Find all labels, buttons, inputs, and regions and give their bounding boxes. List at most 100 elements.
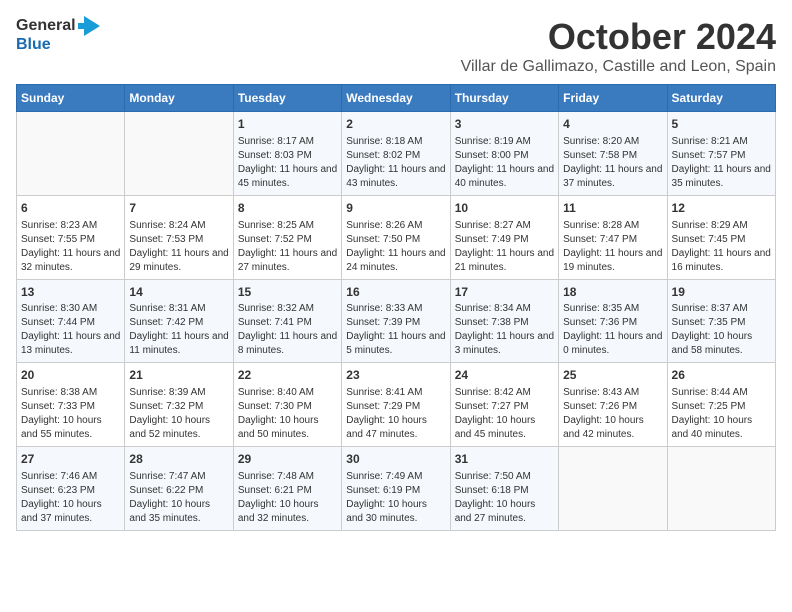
calendar-cell: 22 Sunrise: 8:40 AM Sunset: 7:30 PM Dayli… (233, 363, 341, 447)
logo: General Blue (16, 16, 100, 54)
day-info: Sunrise: 7:50 AM Sunset: 6:18 PM Dayligh… (455, 470, 554, 526)
calendar-cell: 12 Sunrise: 8:29 AM Sunset: 7:45 PM Dayli… (667, 195, 775, 279)
day-number: 27 (21, 451, 120, 468)
logo-general: General (16, 17, 76, 35)
day-info: Sunrise: 8:41 AM Sunset: 7:29 PM Dayligh… (346, 386, 445, 442)
logo-arrow-icon (78, 16, 100, 36)
day-number: 7 (129, 200, 228, 217)
day-info: Sunrise: 8:19 AM Sunset: 8:00 PM Dayligh… (455, 135, 554, 191)
calendar-cell: 18Sunrise: 8:35 AM Sunset: 7:36 PM Dayli… (559, 279, 667, 363)
calendar-cell (17, 112, 125, 196)
calendar-cell: 24 Sunrise: 8:42 AM Sunset: 7:27 PM Dayli… (450, 363, 558, 447)
calendar-cell: 25 Sunrise: 8:43 AM Sunset: 7:26 PM Dayli… (559, 363, 667, 447)
calendar-cell: 20 Sunrise: 8:38 AM Sunset: 7:33 PM Dayli… (17, 363, 125, 447)
calendar-cell (125, 112, 233, 196)
calendar-cell: 17Sunrise: 8:34 AM Sunset: 7:38 PM Dayli… (450, 279, 558, 363)
day-info: Sunrise: 7:47 AM Sunset: 6:22 PM Dayligh… (129, 470, 228, 526)
day-number: 12 (672, 200, 771, 217)
day-number: 31 (455, 451, 554, 468)
logo-text-block: General Blue (16, 16, 100, 54)
day-header-saturday: Saturday (667, 85, 775, 112)
day-number: 8 (238, 200, 337, 217)
calendar-cell: 10 Sunrise: 8:27 AM Sunset: 7:49 PM Dayli… (450, 195, 558, 279)
day-info: Sunrise: 8:31 AM Sunset: 7:42 PM Dayligh… (129, 302, 228, 358)
calendar-cell: 9 Sunrise: 8:26 AM Sunset: 7:50 PM Daylig… (342, 195, 450, 279)
logo-blue: Blue (16, 36, 51, 54)
day-header-monday: Monday (125, 85, 233, 112)
day-header-tuesday: Tuesday (233, 85, 341, 112)
day-number: 17 (455, 284, 554, 301)
calendar-cell: 29 Sunrise: 7:48 AM Sunset: 6:21 PM Dayli… (233, 447, 341, 531)
calendar-cell: 14Sunrise: 8:31 AM Sunset: 7:42 PM Dayli… (125, 279, 233, 363)
calendar-cell (667, 447, 775, 531)
calendar-table: SundayMondayTuesdayWednesdayThursdayFrid… (16, 84, 776, 531)
day-info: Sunrise: 8:42 AM Sunset: 7:27 PM Dayligh… (455, 386, 554, 442)
day-info: Sunrise: 8:29 AM Sunset: 7:45 PM Dayligh… (672, 219, 771, 275)
day-number: 23 (346, 367, 445, 384)
day-number: 29 (238, 451, 337, 468)
calendar-cell (559, 447, 667, 531)
day-number: 30 (346, 451, 445, 468)
calendar-cell: 23 Sunrise: 8:41 AM Sunset: 7:29 PM Dayli… (342, 363, 450, 447)
calendar-cell: 4Sunrise: 8:20 AM Sunset: 7:58 PM Daylig… (559, 112, 667, 196)
calendar-cell: 7 Sunrise: 8:24 AM Sunset: 7:53 PM Daylig… (125, 195, 233, 279)
calendar-cell: 11Sunrise: 8:28 AM Sunset: 7:47 PM Dayli… (559, 195, 667, 279)
day-number: 18 (563, 284, 662, 301)
day-number: 20 (21, 367, 120, 384)
calendar-week-row: 27 Sunrise: 7:46 AM Sunset: 6:23 PM Dayli… (17, 447, 776, 531)
day-number: 24 (455, 367, 554, 384)
header-row: SundayMondayTuesdayWednesdayThursdayFrid… (17, 85, 776, 112)
calendar-cell: 5 Sunrise: 8:21 AM Sunset: 7:57 PM Daylig… (667, 112, 775, 196)
day-number: 5 (672, 116, 771, 133)
day-info: Sunrise: 8:37 AM Sunset: 7:35 PM Dayligh… (672, 302, 771, 358)
day-info: Sunrise: 7:46 AM Sunset: 6:23 PM Dayligh… (21, 470, 120, 526)
day-info: Sunrise: 8:33 AM Sunset: 7:39 PM Dayligh… (346, 302, 445, 358)
day-info: Sunrise: 8:26 AM Sunset: 7:50 PM Dayligh… (346, 219, 445, 275)
day-number: 15 (238, 284, 337, 301)
day-info: Sunrise: 8:35 AM Sunset: 7:36 PM Dayligh… (563, 302, 662, 358)
page-header: General Blue October 2024 Villar de Gall… (16, 16, 776, 76)
day-number: 9 (346, 200, 445, 217)
calendar-week-row: 20 Sunrise: 8:38 AM Sunset: 7:33 PM Dayli… (17, 363, 776, 447)
day-info: Sunrise: 8:32 AM Sunset: 7:41 PM Dayligh… (238, 302, 337, 358)
location-subtitle: Villar de Gallimazo, Castille and Leon, … (461, 58, 776, 76)
day-number: 2 (346, 116, 445, 133)
day-info: Sunrise: 8:23 AM Sunset: 7:55 PM Dayligh… (21, 219, 120, 275)
calendar-cell: 27 Sunrise: 7:46 AM Sunset: 6:23 PM Dayli… (17, 447, 125, 531)
calendar-cell: 28Sunrise: 7:47 AM Sunset: 6:22 PM Dayli… (125, 447, 233, 531)
calendar-week-row: 6 Sunrise: 8:23 AM Sunset: 7:55 PM Daylig… (17, 195, 776, 279)
title-block: October 2024 Villar de Gallimazo, Castil… (461, 16, 776, 76)
calendar-cell: 6 Sunrise: 8:23 AM Sunset: 7:55 PM Daylig… (17, 195, 125, 279)
day-info: Sunrise: 8:21 AM Sunset: 7:57 PM Dayligh… (672, 135, 771, 191)
day-number: 26 (672, 367, 771, 384)
day-number: 6 (21, 200, 120, 217)
calendar-week-row: 13Sunrise: 8:30 AM Sunset: 7:44 PM Dayli… (17, 279, 776, 363)
calendar-cell: 26Sunrise: 8:44 AM Sunset: 7:25 PM Dayli… (667, 363, 775, 447)
day-header-sunday: Sunday (17, 85, 125, 112)
calendar-week-row: 1Sunrise: 8:17 AM Sunset: 8:03 PM Daylig… (17, 112, 776, 196)
day-number: 3 (455, 116, 554, 133)
calendar-cell: 30Sunrise: 7:49 AM Sunset: 6:19 PM Dayli… (342, 447, 450, 531)
day-number: 10 (455, 200, 554, 217)
day-info: Sunrise: 8:24 AM Sunset: 7:53 PM Dayligh… (129, 219, 228, 275)
day-info: Sunrise: 8:20 AM Sunset: 7:58 PM Dayligh… (563, 135, 662, 191)
calendar-cell: 3 Sunrise: 8:19 AM Sunset: 8:00 PM Daylig… (450, 112, 558, 196)
day-number: 16 (346, 284, 445, 301)
day-info: Sunrise: 7:48 AM Sunset: 6:21 PM Dayligh… (238, 470, 337, 526)
day-info: Sunrise: 8:27 AM Sunset: 7:49 PM Dayligh… (455, 219, 554, 275)
calendar-cell: 31 Sunrise: 7:50 AM Sunset: 6:18 PM Dayli… (450, 447, 558, 531)
day-info: Sunrise: 8:40 AM Sunset: 7:30 PM Dayligh… (238, 386, 337, 442)
day-info: Sunrise: 8:43 AM Sunset: 7:26 PM Dayligh… (563, 386, 662, 442)
calendar-cell: 8Sunrise: 8:25 AM Sunset: 7:52 PM Daylig… (233, 195, 341, 279)
day-number: 25 (563, 367, 662, 384)
month-title: October 2024 (461, 16, 776, 58)
day-info: Sunrise: 8:28 AM Sunset: 7:47 PM Dayligh… (563, 219, 662, 275)
day-header-thursday: Thursday (450, 85, 558, 112)
day-header-wednesday: Wednesday (342, 85, 450, 112)
day-number: 22 (238, 367, 337, 384)
day-number: 21 (129, 367, 228, 384)
day-number: 19 (672, 284, 771, 301)
calendar-cell: 13Sunrise: 8:30 AM Sunset: 7:44 PM Dayli… (17, 279, 125, 363)
day-info: Sunrise: 8:39 AM Sunset: 7:32 PM Dayligh… (129, 386, 228, 442)
day-info: Sunrise: 8:38 AM Sunset: 7:33 PM Dayligh… (21, 386, 120, 442)
